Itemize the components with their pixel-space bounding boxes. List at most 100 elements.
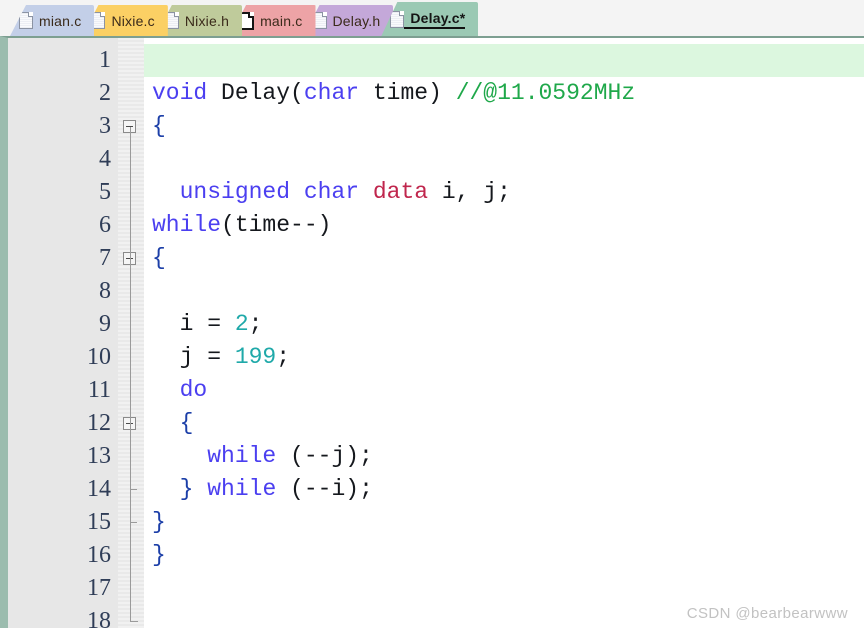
code-token: //@11.0592MHz <box>455 80 636 106</box>
code-token: i, j; <box>428 179 511 205</box>
tab-label: Nixie.c <box>111 12 155 29</box>
fold-branch-icon <box>130 489 137 490</box>
fold-cell <box>118 572 144 605</box>
tab-delayh[interactable]: Delay.h <box>303 5 394 36</box>
fold-cell[interactable] <box>118 407 144 440</box>
code-token: unsigned char <box>179 179 360 205</box>
code-token: { <box>179 410 194 436</box>
code-line[interactable] <box>144 572 864 605</box>
tab-mianc[interactable]: mian.c <box>10 5 95 36</box>
tab-label: main.c <box>260 12 303 29</box>
code-line[interactable]: { <box>144 110 864 143</box>
line-number: 11 <box>87 377 111 403</box>
code-line[interactable]: while(time--) <box>144 209 864 242</box>
code-token: 199 <box>234 344 277 370</box>
fold-cell <box>118 275 144 308</box>
code-line[interactable] <box>144 275 864 308</box>
fold-cell <box>118 506 144 539</box>
code-token: j = <box>152 344 235 370</box>
fold-cell <box>118 341 144 374</box>
file-icon <box>19 12 33 29</box>
fold-cell <box>118 143 144 176</box>
code-folding-margin[interactable] <box>118 38 144 628</box>
tab-label: Delay.h <box>332 12 381 29</box>
code-line[interactable]: { <box>144 407 864 440</box>
code-line[interactable]: } <box>144 539 864 572</box>
code-line[interactable]: unsigned char data i, j; <box>144 176 864 209</box>
file-icon <box>390 10 405 28</box>
fold-cell <box>118 308 144 341</box>
line-number: 7 <box>99 245 111 271</box>
code-token: (--i); <box>276 476 373 502</box>
code-line[interactable]: j = 199; <box>144 341 864 374</box>
code-token: while <box>207 476 277 502</box>
code-token: Delay( <box>207 80 304 106</box>
fold-cell[interactable] <box>118 242 144 275</box>
fold-cell <box>118 77 144 110</box>
fold-cell <box>118 374 144 407</box>
code-editor[interactable]: 1 2 3 4 5 6 7 8 9 10 11 12 13 14 15 16 17 18 void Delay(c… <box>8 38 864 628</box>
editor-window: mian.c Nixie.c Nixie.h main.c Delay.h Delay.c… <box>0 0 864 628</box>
editor-frame: 1 2 3 4 5 6 7 8 9 10 11 12 13 14 15 16 17 18 void Delay(c… <box>0 36 864 628</box>
line-number: 8 <box>99 278 111 304</box>
code-line[interactable]: } while (--i); <box>144 473 864 506</box>
code-line[interactable]: { <box>144 242 864 275</box>
code-line[interactable]: } <box>144 506 864 539</box>
line-number: 12 <box>87 410 111 436</box>
line-number: 16 <box>87 542 111 568</box>
fold-cell <box>118 440 144 473</box>
code-line[interactable] <box>144 143 864 176</box>
code-line[interactable]: void Delay(char time) //@11.0592MHz <box>144 77 864 110</box>
fold-cell <box>118 605 144 628</box>
line-number: 4 <box>99 146 111 172</box>
code-token: (time--) <box>221 212 332 238</box>
tab-delayc[interactable]: Delay.c* <box>381 2 479 36</box>
fold-branch-icon <box>130 522 137 523</box>
tab-nixiec[interactable]: Nixie.c <box>82 5 168 36</box>
code-line[interactable]: i = 2; <box>144 308 864 341</box>
csdn-watermark: CSDN @bearbearwww <box>686 605 848 622</box>
fold-rail <box>130 127 131 622</box>
fold-cell <box>118 209 144 242</box>
editor-tab-bar: mian.c Nixie.c Nixie.h main.c Delay.h Delay.c… <box>0 0 864 36</box>
code-token: } <box>179 476 194 502</box>
line-number: 17 <box>87 575 111 601</box>
line-number: 14 <box>87 476 111 502</box>
code-line[interactable]: do <box>144 374 864 407</box>
tab-label: Delay.c* <box>404 10 466 29</box>
line-number: 9 <box>99 311 111 337</box>
line-number: 2 <box>99 80 111 106</box>
tab-list: mian.c Nixie.c Nixie.h main.c Delay.h Delay.c… <box>10 0 479 36</box>
tab-label: Nixie.h <box>184 12 230 29</box>
fold-cell <box>118 539 144 572</box>
tab-label: mian.c <box>39 12 82 29</box>
line-number: 1 <box>99 47 111 73</box>
line-number: 13 <box>87 443 111 469</box>
code-token: (--j); <box>276 443 373 469</box>
code-token: while <box>207 443 277 469</box>
code-token: { <box>152 113 166 139</box>
code-token: } <box>152 542 166 568</box>
line-number: 5 <box>99 179 111 205</box>
tab-nixieh[interactable]: Nixie.h <box>155 5 243 36</box>
line-number: 6 <box>99 212 111 238</box>
line-number-gutter: 1 2 3 4 5 6 7 8 9 10 11 12 13 14 15 16 17 18 <box>8 38 118 628</box>
code-token: while <box>152 212 222 238</box>
code-token: void <box>152 80 208 106</box>
code-token: time) <box>359 80 456 106</box>
code-token: ; <box>276 344 291 370</box>
code-text-area[interactable]: void Delay(char time) //@11.0592MHz { uns… <box>144 38 864 628</box>
fold-cell[interactable] <box>118 110 144 143</box>
code-line-current[interactable] <box>144 44 864 77</box>
line-number: 10 <box>87 344 111 370</box>
tab-mainc[interactable]: main.c <box>230 5 316 36</box>
code-token: } <box>152 509 166 535</box>
line-number: 15 <box>87 509 111 535</box>
code-token: i = <box>152 311 235 337</box>
code-line[interactable]: while (--j); <box>144 440 864 473</box>
